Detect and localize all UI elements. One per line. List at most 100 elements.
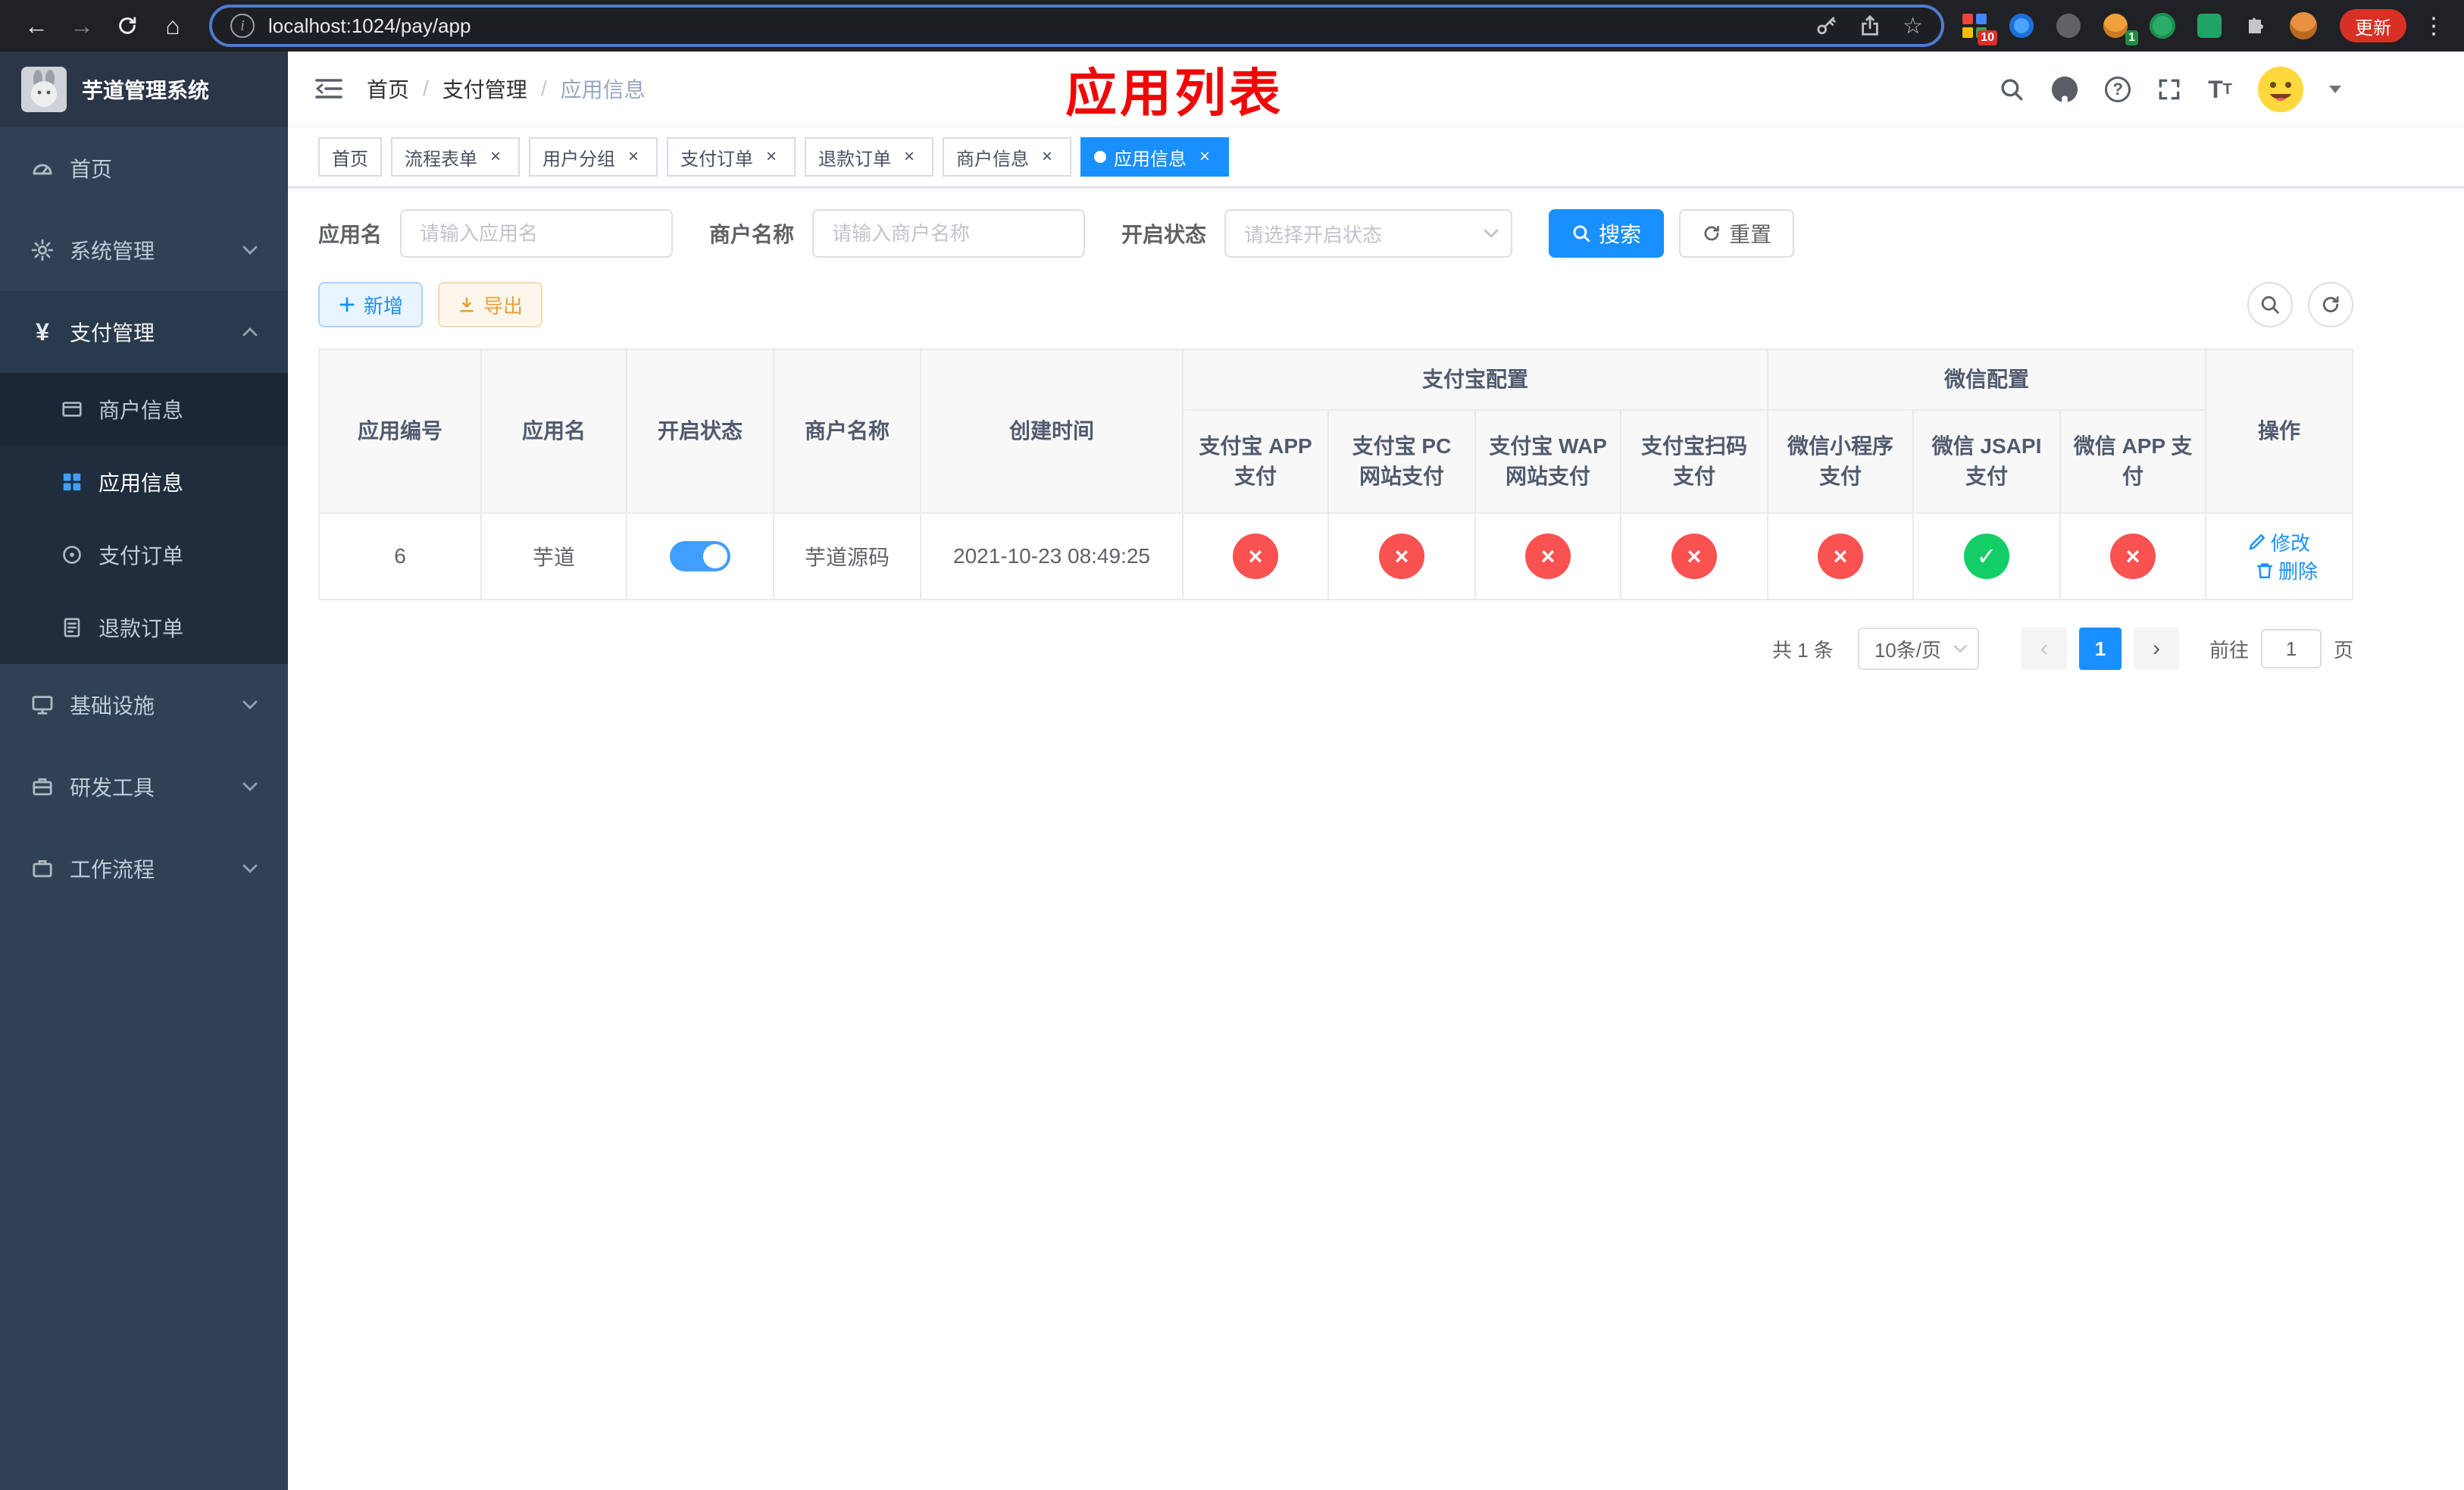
col-header-app-name: 应用名 xyxy=(480,349,627,514)
page-size-value: 10条/页 xyxy=(1874,638,1941,662)
toolbox-icon xyxy=(30,775,55,799)
extension-wechat-icon[interactable] xyxy=(2147,11,2178,41)
search-icon xyxy=(1573,225,1590,243)
download-icon xyxy=(460,297,474,312)
add-button[interactable]: 新增 xyxy=(318,282,424,327)
search-button[interactable]: 搜索 xyxy=(1549,209,1665,258)
status-cross-icon: × xyxy=(1671,534,1717,579)
sidebar-item-merchant-info[interactable]: 商户信息 xyxy=(0,373,288,446)
toggle-search-button[interactable] xyxy=(2247,282,2293,327)
tab-merchant-info[interactable]: 商户信息 × xyxy=(943,137,1071,177)
cell-app-name: 芋道 xyxy=(480,512,627,600)
tab-close-icon[interactable]: × xyxy=(623,146,644,167)
goto-page-input[interactable] xyxy=(2260,629,2322,668)
address-bar[interactable]: i localhost:1024/pay/app ☆ xyxy=(209,5,1944,47)
tab-refund-orders[interactable]: 退款订单 × xyxy=(805,137,933,177)
page-size-select[interactable]: 10条/页 xyxy=(1857,628,1979,670)
table-header-group-row: 应用编号 应用名 开启状态 商户名称 创建时间 支付宝配置 微信配置 操作 xyxy=(318,349,2354,514)
tab-close-icon[interactable]: × xyxy=(1037,146,1058,167)
sidebar-collapse-icon[interactable] xyxy=(312,72,346,105)
tab-close-icon[interactable]: × xyxy=(485,146,506,167)
tab-payment-orders[interactable]: 支付订单 × xyxy=(667,137,796,177)
table-toolbar: 新增 导出 xyxy=(318,282,2353,327)
goto-suffix: 页 xyxy=(2333,638,2353,662)
status-toggle[interactable] xyxy=(670,541,730,571)
grid-table-icon xyxy=(61,471,83,493)
pagination-total: 共 1 条 xyxy=(1771,638,1834,662)
yen-icon: ¥ xyxy=(36,318,49,346)
extension-drop-icon[interactable] xyxy=(2006,11,2037,41)
delete-link[interactable]: 删除 xyxy=(2256,556,2318,584)
col-header-merchant: 商户名称 xyxy=(773,349,921,514)
fullscreen-icon[interactable] xyxy=(2156,77,2182,102)
bookmark-star-icon[interactable]: ☆ xyxy=(1903,13,1923,39)
sidebar-item-payment-orders[interactable]: 支付订单 xyxy=(0,518,288,591)
github-icon[interactable] xyxy=(2050,75,2079,104)
extensions-puzzle-icon[interactable] xyxy=(2241,11,2272,41)
browser-profile-avatar[interactable] xyxy=(2288,11,2319,41)
active-tab-dot xyxy=(1094,151,1106,163)
tab-app-info[interactable]: 应用信息 × xyxy=(1080,137,1229,177)
sidebar-item-workflow[interactable]: 工作流程 xyxy=(0,828,288,909)
search-icon[interactable] xyxy=(1999,77,2025,102)
sidebar-item-label: 支付订单 xyxy=(98,544,184,568)
tab-user-group[interactable]: 用户分组 × xyxy=(529,137,658,177)
help-icon[interactable]: ? xyxy=(2105,77,2131,102)
password-key-icon[interactable] xyxy=(1815,14,1837,37)
next-page-button[interactable]: › xyxy=(2133,628,2179,670)
status-cross-icon: × xyxy=(2110,534,2156,579)
app-logo[interactable]: 芋道管理系统 xyxy=(0,52,288,127)
browser-toolbar: ← → ⌂ i localhost:1024/pay/app ☆ 10 1 更新… xyxy=(0,0,2464,52)
avatar-caret-icon[interactable] xyxy=(2329,86,2341,93)
cell-wechat-app: × xyxy=(2059,512,2207,600)
status-select[interactable]: 请选择开启状态 xyxy=(1224,209,1513,258)
breadcrumb-payment[interactable]: 支付管理 xyxy=(442,74,527,104)
tab-label: 流程表单 xyxy=(405,149,477,170)
sidebar-item-label: 首页 xyxy=(70,158,113,181)
extension-dark-icon[interactable] xyxy=(2053,11,2084,41)
tab-close-icon[interactable]: × xyxy=(1194,146,1215,167)
col-header-wechat-mini: 微信小程序支付 xyxy=(1767,409,1915,514)
font-size-icon[interactable]: TT xyxy=(2208,76,2232,104)
refresh-table-button[interactable] xyxy=(2308,282,2353,327)
prev-page-button[interactable]: ‹ xyxy=(2021,628,2067,670)
app-name-input[interactable] xyxy=(400,209,674,258)
tab-home[interactable]: 首页 xyxy=(318,137,382,177)
chevron-down-icon xyxy=(242,864,258,873)
tab-close-icon[interactable]: × xyxy=(761,146,782,167)
status-check-icon: ✓ xyxy=(1964,534,2010,579)
reset-button[interactable]: 重置 xyxy=(1679,209,1795,258)
extension-green-square-icon[interactable] xyxy=(2194,11,2225,41)
status-cross-icon: × xyxy=(1818,534,1864,579)
tab-close-icon[interactable]: × xyxy=(899,146,920,167)
cell-alipay-pc: × xyxy=(1327,512,1476,600)
cell-alipay-qr: × xyxy=(1619,512,1769,600)
user-avatar[interactable] xyxy=(2258,67,2303,112)
browser-home-button[interactable]: ⌂ xyxy=(152,5,194,47)
sidebar-item-app-info[interactable]: 应用信息 xyxy=(0,446,288,518)
export-button[interactable]: 导出 xyxy=(438,282,543,327)
sidebar-item-infrastructure[interactable]: 基础设施 xyxy=(0,664,288,746)
browser-forward-button[interactable]: → xyxy=(61,5,103,47)
edit-link[interactable]: 修改 xyxy=(2248,528,2310,556)
browser-reload-button[interactable] xyxy=(106,5,149,47)
page-info-icon[interactable]: i xyxy=(230,14,255,38)
url-text[interactable]: localhost:1024/pay/app xyxy=(268,14,471,38)
sidebar-item-home[interactable]: 首页 xyxy=(0,127,288,209)
browser-back-button[interactable]: ← xyxy=(15,5,58,47)
chrome-update-button[interactable]: 更新 xyxy=(2340,9,2406,42)
sidebar-item-payment[interactable]: ¥ 支付管理 xyxy=(0,291,288,373)
browser-menu-icon[interactable]: ⋮ xyxy=(2419,13,2449,39)
breadcrumb-home[interactable]: 首页 xyxy=(367,74,409,104)
sidebar-item-dev-tools[interactable]: 研发工具 xyxy=(0,746,288,828)
extension-grid-icon[interactable]: 10 xyxy=(1959,11,1997,45)
merchant-name-input[interactable] xyxy=(812,209,1086,258)
tab-process-form[interactable]: 流程表单 × xyxy=(391,137,520,177)
share-icon[interactable] xyxy=(1859,14,1881,37)
extension-avatar-icon[interactable]: 1 xyxy=(2100,11,2138,45)
sidebar-item-system[interactable]: 系统管理 xyxy=(0,209,288,291)
avatar-circle-icon xyxy=(2103,14,2128,38)
briefcase-icon xyxy=(30,856,55,881)
page-number-button[interactable]: 1 xyxy=(2078,628,2122,670)
sidebar-item-refund-orders[interactable]: 退款订单 xyxy=(0,591,288,664)
